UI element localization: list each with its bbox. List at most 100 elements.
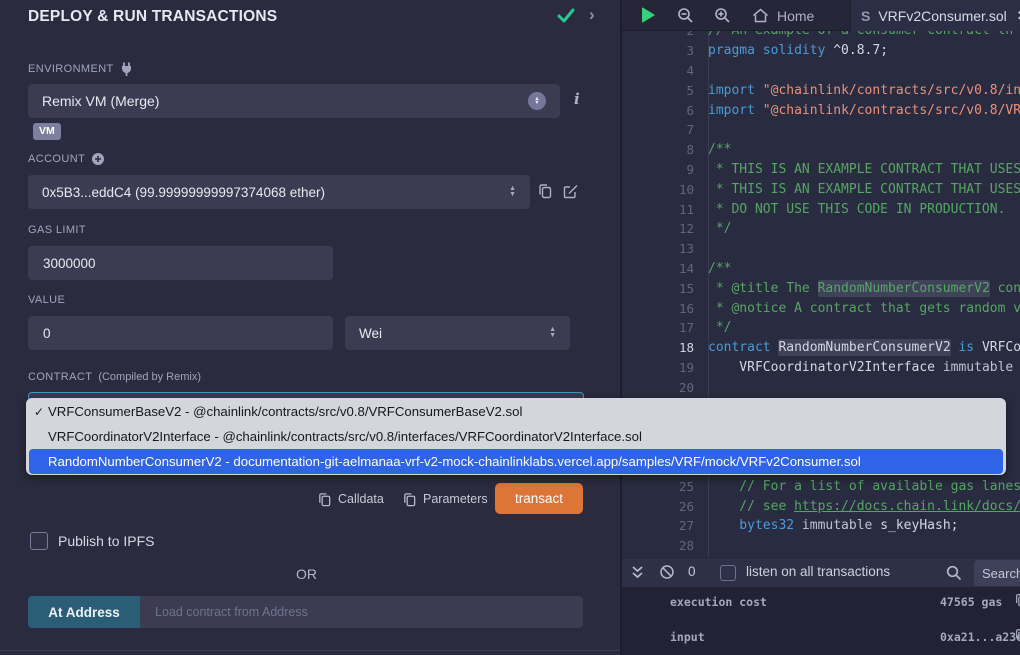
code-text: import "@chainlink/contracts/src/v0.8/VR (708, 103, 1020, 118)
deploy-run-panel: DEPLOY & RUN TRANSACTIONS › ENVIRONMENT … (0, 0, 620, 655)
compile-success-check-icon (556, 7, 576, 25)
code-editor[interactable]: 2// An example of a consumer contract th… (622, 31, 1020, 557)
code-line[interactable]: 11 * DO NOT USE THIS CODE IN PRODUCTION. (622, 199, 1020, 219)
code-line[interactable]: 2// An example of a consumer contract th (622, 31, 1020, 41)
parameters-label[interactable]: Parameters (423, 492, 488, 506)
collapse-panel-chevron-icon[interactable]: › (589, 5, 595, 25)
line-number: 19 (622, 360, 708, 375)
editor-pane: Home S VRFv2Consumer.sol ✕ 2// An exampl… (620, 0, 1020, 655)
copy-parameters-icon[interactable] (402, 492, 417, 507)
copy-value-icon[interactable] (1014, 628, 1020, 642)
zoom-in-icon[interactable] (714, 7, 731, 24)
code-text: pragma solidity ^0.8.7; (708, 43, 888, 58)
at-address-button[interactable]: At Address (28, 596, 140, 628)
code-text: // For a list of available gas lanes (708, 479, 1020, 494)
code-line[interactable]: 13 (622, 239, 1020, 259)
code-text: bytes32 immutable s_keyHash; (708, 518, 958, 533)
tab-vrfv2consumer[interactable]: S VRFv2Consumer.sol ✕ (850, 0, 1020, 31)
line-number: 11 (622, 202, 708, 217)
gas-limit-input[interactable] (28, 246, 333, 280)
code-line[interactable]: 14/** (622, 259, 1020, 279)
code-line[interactable]: 26 // see https://docs.chain.link/docs/ (622, 496, 1020, 516)
code-line[interactable]: 19 VRFCoordinatorV2Interface immutable (622, 358, 1020, 378)
code-line[interactable]: 7 (622, 120, 1020, 140)
terminal-output: execution cost47565 gasinput0xa21...a23e… (622, 587, 1020, 655)
value-input[interactable] (28, 316, 333, 350)
contract-option[interactable]: VRFCoordinatorV2Interface - @chainlink/c… (26, 424, 1006, 449)
solidity-file-icon: S (861, 8, 870, 24)
line-number: 7 (622, 122, 708, 137)
contract-label: CONTRACT (Compiled by Remix) (28, 371, 201, 383)
line-number: 18 (622, 340, 708, 355)
transact-button[interactable]: transact (495, 483, 583, 514)
account-value: 0x5B3...eddC4 (99.99999999997374068 ethe… (42, 185, 325, 200)
clear-console-icon[interactable] (659, 564, 675, 580)
code-line[interactable]: 6import "@chainlink/contracts/src/v0.8/V… (622, 100, 1020, 120)
environment-select[interactable]: Remix VM (Merge) ▲▼ (28, 84, 560, 118)
chevron-up-down-icon: ▲▼ (528, 92, 546, 110)
code-line[interactable]: 20 (622, 377, 1020, 397)
code-line[interactable]: 27 bytes32 immutable s_keyHash; (622, 516, 1020, 536)
chevron-up-down-icon: ▲▼ (509, 186, 516, 198)
contract-dropdown-list: ✓VRFConsumerBaseV2 - @chainlink/contract… (26, 398, 1006, 475)
terminal-row-value: 0xa21...a23e4 (940, 630, 1020, 644)
listen-all-transactions-checkbox[interactable] (720, 565, 736, 581)
value-unit-select[interactable]: Wei ▲▼ (345, 316, 570, 350)
line-number: 9 (622, 162, 708, 177)
code-line[interactable]: 3pragma solidity ^0.8.7; (622, 41, 1020, 61)
copy-calldata-icon[interactable] (317, 492, 332, 507)
code-text: // see https://docs.chain.link/docs/ (708, 499, 1020, 514)
line-number: 6 (622, 103, 708, 118)
code-line[interactable]: 10 * THIS IS AN EXAMPLE CONTRACT THAT US… (622, 179, 1020, 199)
line-number: 13 (622, 241, 708, 256)
terminal-search-input[interactable] (974, 560, 1020, 586)
panel-divider (0, 650, 620, 651)
contract-label-suffix: (Compiled by Remix) (98, 371, 201, 383)
environment-label: ENVIRONMENT (28, 62, 133, 76)
environment-info-icon[interactable]: i (574, 90, 580, 108)
contract-option[interactable]: RandomNumberConsumerV2 - documentation-g… (29, 449, 1003, 474)
code-line[interactable]: 16 * @notice A contract that gets random… (622, 298, 1020, 318)
line-number: 16 (622, 301, 708, 316)
code-line[interactable]: 12 */ (622, 219, 1020, 239)
code-text: /** (708, 261, 731, 276)
publish-ipfs-checkbox[interactable] (30, 532, 48, 550)
edit-account-icon[interactable] (562, 183, 579, 199)
copy-account-icon[interactable] (537, 183, 553, 199)
account-select[interactable]: 0x5B3...eddC4 (99.99999999997374068 ethe… (28, 175, 530, 209)
tab-home[interactable]: Home (740, 0, 826, 31)
at-address-input[interactable] (140, 596, 583, 628)
code-line[interactable]: 9 * THIS IS AN EXAMPLE CONTRACT THAT USE… (622, 160, 1020, 180)
code-text: // An example of a consumer contract th (708, 31, 1013, 38)
contract-option[interactable]: ✓VRFConsumerBaseV2 - @chainlink/contract… (26, 399, 1006, 424)
add-account-plus-icon[interactable] (91, 152, 105, 166)
line-number: 12 (622, 221, 708, 236)
home-icon (752, 8, 769, 23)
code-line[interactable]: 4 (622, 61, 1020, 81)
zoom-out-icon[interactable] (677, 7, 694, 24)
run-script-play-icon[interactable] (642, 7, 655, 23)
code-line[interactable]: 28 (622, 536, 1020, 556)
gas-limit-label: GAS LIMIT (28, 224, 86, 236)
code-line[interactable]: 5import "@chainlink/contracts/src/v0.8/i… (622, 80, 1020, 100)
calldata-label[interactable]: Calldata (338, 492, 384, 506)
line-number: 2 (622, 31, 708, 38)
line-number: 26 (622, 499, 708, 514)
or-separator-label: OR (0, 566, 613, 582)
code-line[interactable]: 8/** (622, 140, 1020, 160)
code-line[interactable]: 25 // For a list of available gas lanes (622, 476, 1020, 496)
editor-tabbar: Home S VRFv2Consumer.sol ✕ (622, 0, 1020, 31)
terminal-collapse-chevrons-icon[interactable] (631, 565, 644, 579)
code-line[interactable]: 15 * @title The RandomNumberConsumerV2 c… (622, 278, 1020, 298)
code-text: */ (708, 320, 731, 335)
listen-all-transactions-label: listen on all transactions (746, 564, 890, 579)
line-number: 27 (622, 518, 708, 533)
chevron-up-down-icon: ▲▼ (549, 327, 556, 339)
search-icon (946, 565, 962, 581)
line-number: 28 (622, 538, 708, 553)
code-line[interactable]: 17 */ (622, 318, 1020, 338)
code-text: * DO NOT USE THIS CODE IN PRODUCTION. (708, 202, 1005, 217)
terminal-row: input0xa21...a23e4 (622, 630, 1020, 646)
code-line[interactable]: 18contract RandomNumberConsumerV2 is VRF… (622, 338, 1020, 358)
copy-value-icon[interactable] (1014, 593, 1020, 607)
